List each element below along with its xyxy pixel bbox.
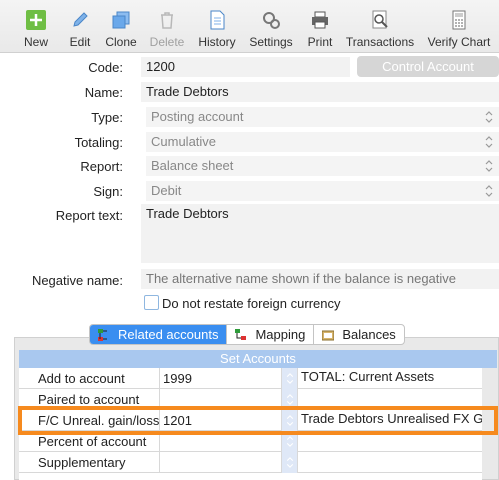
set-accounts-header: Set Accounts: [19, 350, 497, 368]
plus-icon: [26, 10, 46, 30]
tree-icon: [98, 328, 107, 341]
calculator-icon: [452, 10, 466, 30]
tab-bar: Related accounts Mapping Balances: [89, 324, 405, 345]
updown-icon: [485, 136, 493, 148]
delete-button[interactable]: Delete: [146, 0, 188, 53]
clone-button[interactable]: Clone: [102, 0, 140, 53]
history-button[interactable]: History: [195, 0, 239, 53]
clone-icon: [112, 11, 130, 29]
settings-button[interactable]: Settings: [246, 0, 296, 53]
tab-related-accounts-label: Related accounts: [118, 327, 219, 342]
name-field[interactable]: Trade Debtors: [141, 82, 499, 102]
updown-icon: [286, 436, 294, 447]
restate-label: Do not restate foreign currency: [162, 296, 341, 311]
updown-icon: [286, 457, 294, 468]
updown-icon: [286, 394, 294, 405]
updown-icon: [485, 111, 493, 123]
tab-mapping-label: Mapping: [255, 327, 306, 342]
report-label: Report:: [80, 159, 123, 174]
updown-icon: [485, 185, 493, 197]
report-value: Balance sheet: [151, 158, 234, 173]
code-label: Code:: [88, 60, 123, 75]
updown-icon: [485, 160, 493, 172]
ledger-icon: [322, 330, 335, 340]
type-label: Type:: [91, 110, 123, 125]
table-row[interactable]: Add to account 1999 TOTAL: Current Asset…: [19, 368, 482, 389]
row-code[interactable]: 1999: [160, 368, 282, 389]
trash-icon: [161, 12, 173, 29]
document-icon: [210, 10, 225, 30]
toolbar: New Edit Clone Delete History Settings P…: [0, 0, 499, 53]
type-select[interactable]: Posting account: [146, 107, 499, 127]
name-label: Name:: [84, 85, 123, 100]
printer-icon: [312, 11, 328, 29]
report-text-label: Report text:: [55, 208, 123, 223]
tab-balances[interactable]: Balances: [314, 325, 403, 344]
code-field[interactable]: 1200: [141, 57, 350, 77]
row-stepper[interactable]: [282, 452, 298, 473]
mapping-icon: [235, 328, 247, 340]
row-stepper[interactable]: [282, 368, 298, 389]
row-code[interactable]: [160, 452, 282, 473]
verify-chart-label: Verify Chart: [427, 35, 491, 49]
tab-related-accounts[interactable]: Related accounts: [90, 325, 228, 344]
row-description: [298, 452, 482, 473]
sign-value: Debit: [151, 183, 182, 198]
tab-balances-label: Balances: [342, 327, 396, 342]
verify-chart-button[interactable]: Verify Chart: [425, 0, 493, 53]
sign-label: Sign:: [93, 184, 123, 199]
totaling-value: Cumulative: [151, 134, 217, 149]
restate-checkbox[interactable]: [144, 295, 159, 310]
edit-label: Edit: [69, 35, 91, 49]
new-label: New: [23, 35, 48, 49]
print-button[interactable]: Print: [303, 0, 337, 53]
pencil-icon: [73, 12, 88, 27]
sign-select[interactable]: Debit: [146, 181, 499, 201]
magnifier-icon: [372, 10, 388, 29]
row-description: TOTAL: Current Assets: [301, 369, 435, 384]
negative-name-label: Negative name:: [31, 273, 123, 288]
tab-mapping[interactable]: Mapping: [227, 325, 315, 344]
report-text-field[interactable]: Trade Debtors: [141, 204, 499, 263]
new-button[interactable]: New: [14, 0, 58, 53]
updown-icon: [286, 373, 294, 384]
history-label: History: [198, 35, 236, 49]
type-value: Posting account: [151, 109, 244, 124]
totaling-select[interactable]: Cumulative: [146, 132, 499, 152]
edit-button[interactable]: Edit: [61, 0, 99, 53]
row-label: Add to account: [19, 368, 160, 389]
clone-label: Clone: [105, 35, 137, 49]
highlight-box: [18, 406, 498, 435]
gears-icon: [263, 12, 280, 29]
settings-label: Settings: [249, 35, 293, 49]
row-label: Supplementary: [19, 452, 160, 473]
negative-name-placeholder: The alternative name shown if the balanc…: [146, 271, 457, 286]
negative-name-field[interactable]: The alternative name shown if the balanc…: [141, 269, 499, 289]
print-label: Print: [307, 35, 333, 49]
table-row[interactable]: Supplementary: [19, 452, 482, 473]
control-account-button[interactable]: Control Account: [357, 56, 499, 77]
delete-label: Delete: [149, 35, 185, 49]
transactions-button[interactable]: Transactions: [344, 0, 416, 53]
transactions-label: Transactions: [345, 35, 415, 49]
totaling-label: Totaling:: [74, 135, 123, 150]
report-select[interactable]: Balance sheet: [146, 156, 499, 176]
